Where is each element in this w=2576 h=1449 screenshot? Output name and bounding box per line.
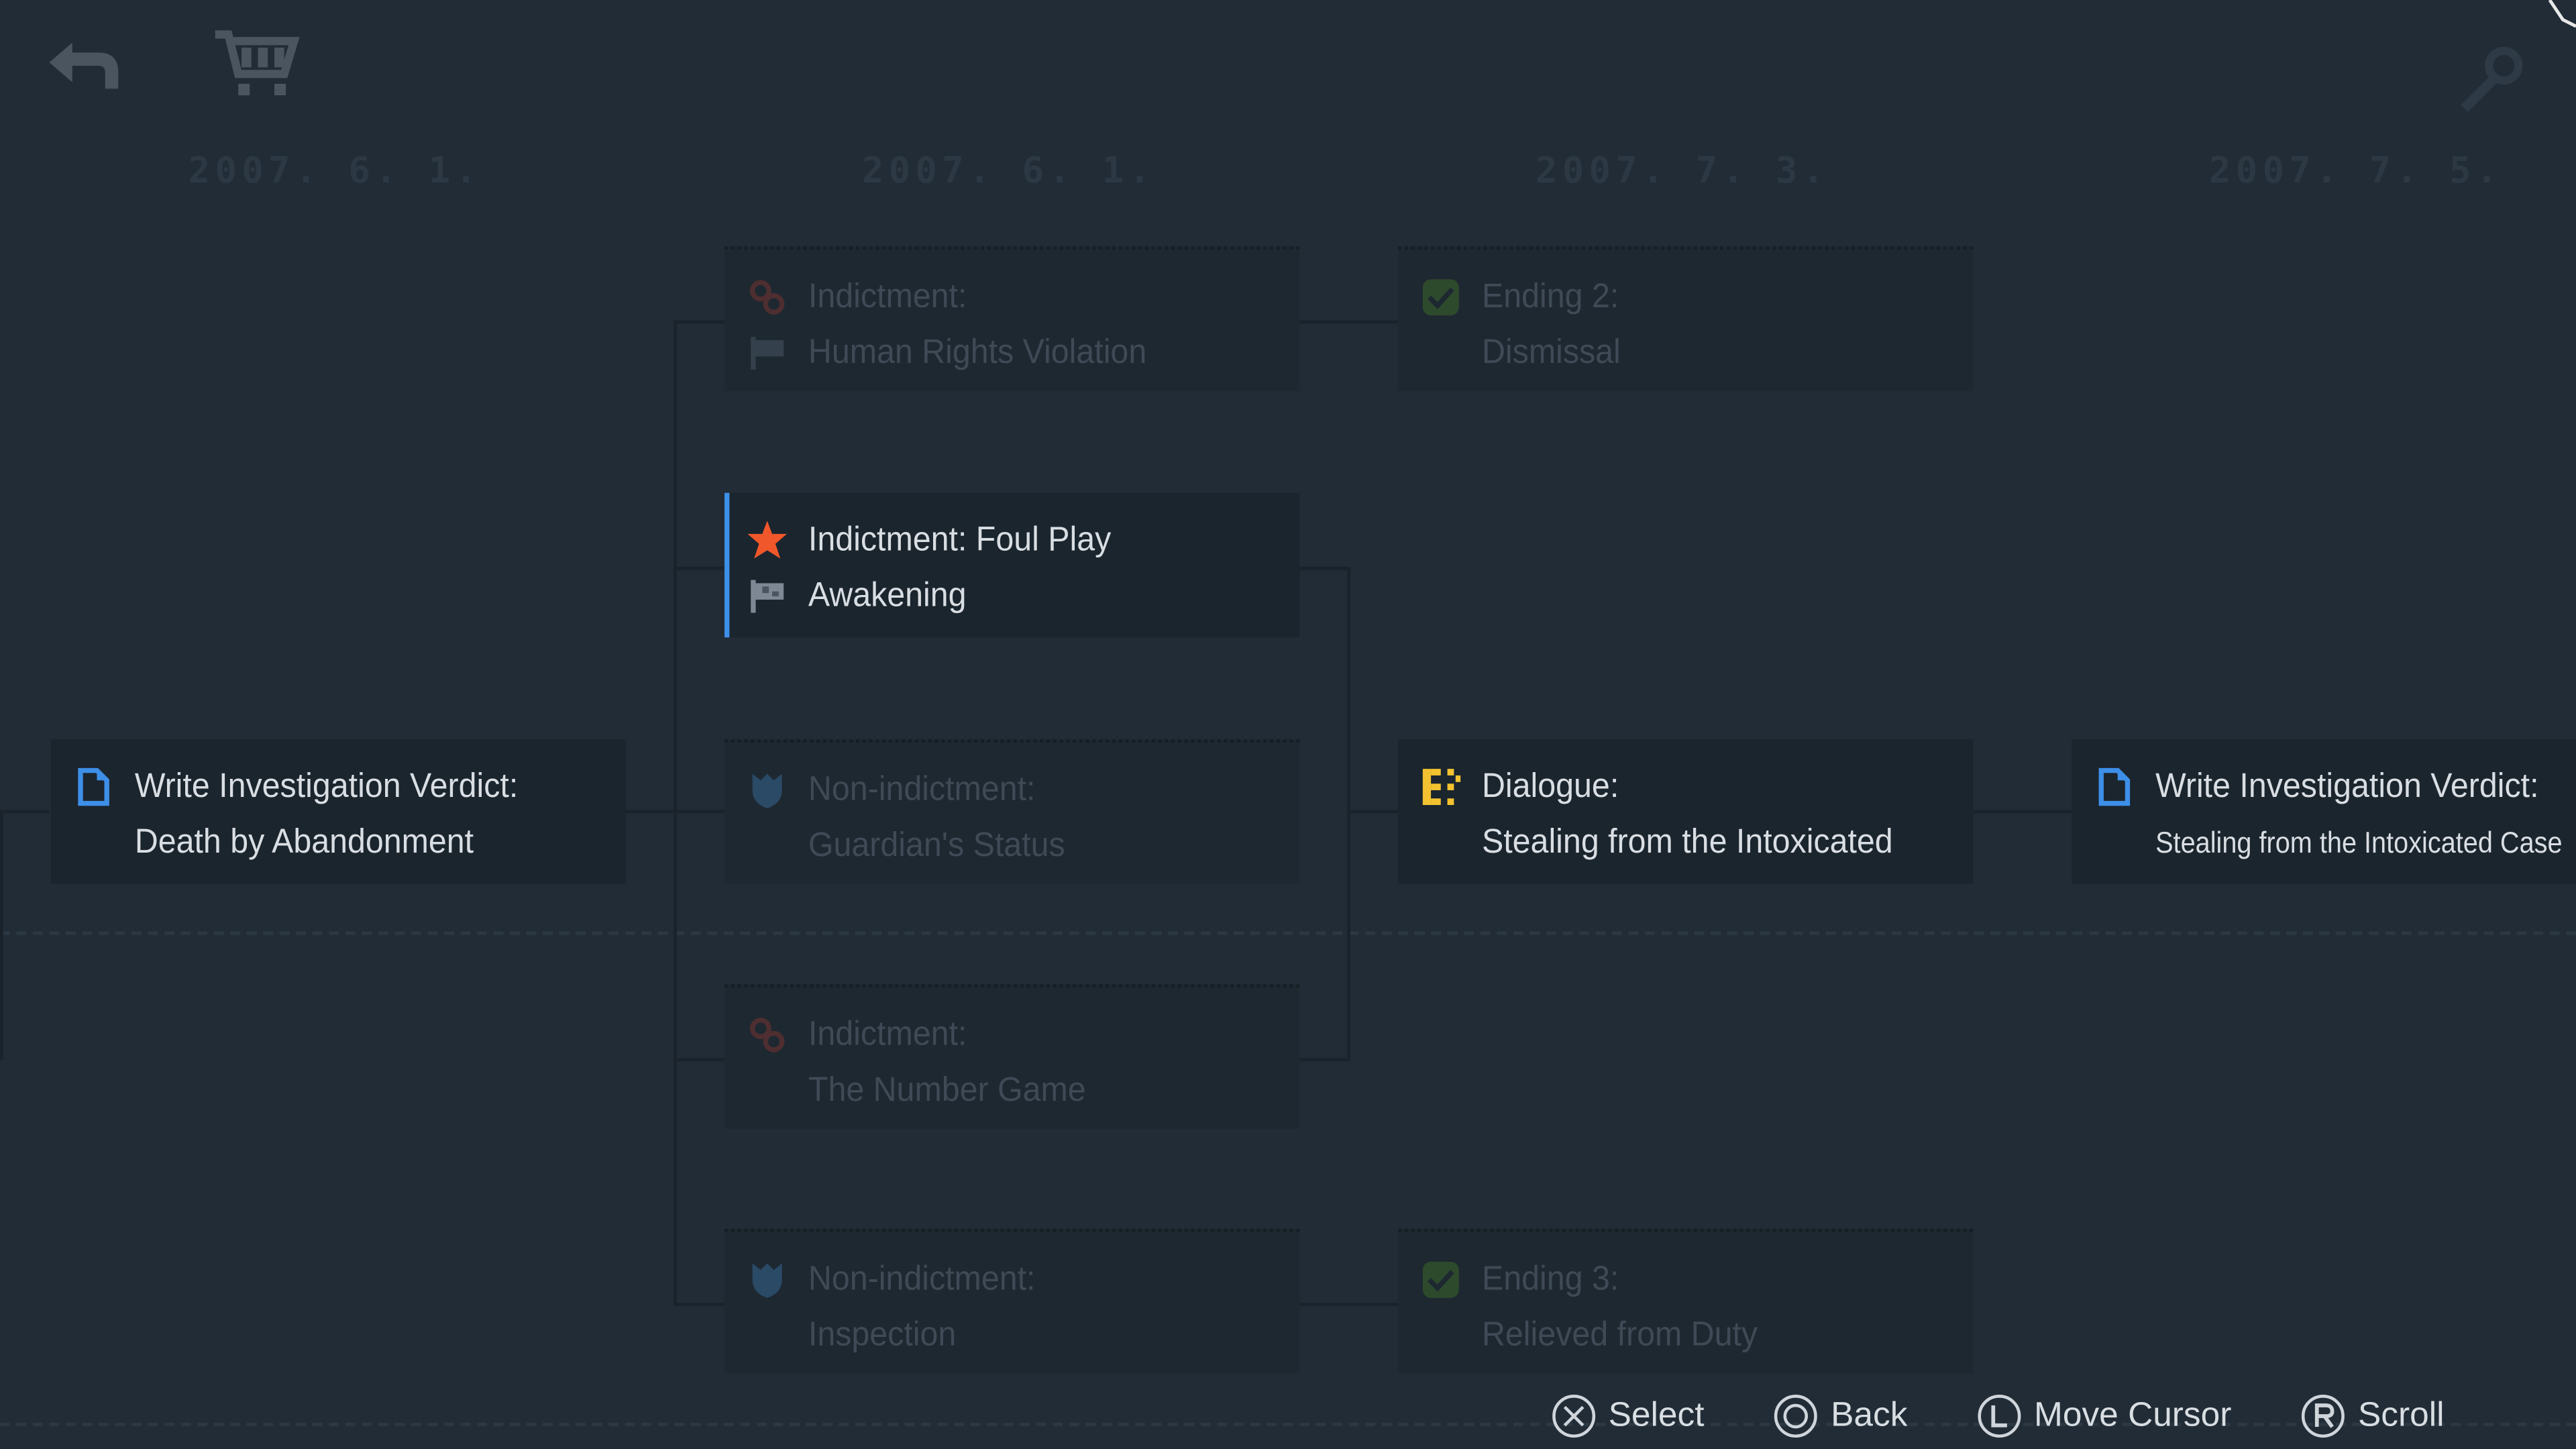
checkmark-icon <box>1419 276 1462 319</box>
connector <box>674 1058 725 1062</box>
node-dialogue-stealing-from-the-intoxicated[interactable]: Dialogue: Stealing from the Intoxicated <box>1398 739 1974 884</box>
node-title: Non-indictment: <box>808 1260 1036 1298</box>
node-non-indictment-guardians-status[interactable]: Non-indictment: Guardian's Status <box>724 739 1300 884</box>
node-subtitle: Human Rights Violation <box>808 333 1147 372</box>
flag-icon <box>746 575 789 618</box>
connector <box>1297 320 1399 324</box>
connector <box>1297 1303 1399 1306</box>
move-cursor-control[interactable]: Move Cursor <box>1976 1393 2231 1440</box>
shopping-cart-icon[interactable] <box>210 23 302 102</box>
connector <box>0 810 3 1060</box>
node-subtitle: Guardian's Status <box>808 826 1065 865</box>
left-stick-icon <box>1976 1393 2023 1440</box>
node-ending-3-relieved-from-duty[interactable]: Ending 3: Relieved from Duty <box>1398 1228 1974 1374</box>
connector <box>1347 810 1399 814</box>
handcuffs-icon <box>746 276 789 319</box>
node-subtitle: The Number Game <box>808 1071 1086 1110</box>
node-subtitle: Stealing from the Intoxicated <box>1481 822 1893 861</box>
connector <box>624 810 674 814</box>
handcuffs-icon <box>746 1014 789 1057</box>
date-column-1: 2007. 6. 1. <box>188 151 482 193</box>
connector <box>674 320 725 324</box>
right-stick-icon <box>2300 1393 2347 1440</box>
star-icon <box>746 519 789 562</box>
node-indictment-human-rights-violation[interactable]: Indictment: Human Rights Violation <box>724 246 1300 391</box>
node-title: Ending 2: <box>1481 277 1619 316</box>
shield-icon <box>746 1258 789 1301</box>
node-title: Write Investigation Verdict: <box>2155 767 2539 806</box>
document-icon <box>72 765 115 808</box>
select-control[interactable]: Select <box>1551 1393 1705 1440</box>
node-subtitle: Dismissal <box>1481 333 1621 372</box>
node-subtitle: Stealing from the Intoxicated Case <box>2155 825 2563 859</box>
node-verdict-stealing-from-the-intoxicated-case[interactable]: Write Investigation Verdict: Stealing fr… <box>2072 739 2576 884</box>
node-verdict-death-by-abandonment[interactable]: Write Investigation Verdict: Death by Ab… <box>50 739 627 884</box>
connector <box>1297 566 1351 570</box>
document-icon <box>2093 765 2136 808</box>
date-column-3: 2007. 7. 3. <box>1535 151 1829 193</box>
scroll-label: Scroll <box>2357 1396 2445 1434</box>
date-column-2: 2007. 6. 1. <box>861 151 1156 193</box>
circle-button-icon <box>1773 1393 1819 1440</box>
node-subtitle: Inspection <box>808 1316 957 1354</box>
flag-icon <box>746 332 789 375</box>
node-title: Dialogue: <box>1481 767 1619 806</box>
date-column-4: 2007. 7. 5. <box>2209 151 2503 193</box>
node-title: Indictment: Foul Play <box>808 521 1112 559</box>
node-subtitle: Relieved from Duty <box>1481 1316 1758 1354</box>
node-indictment-the-number-game[interactable]: Indictment: The Number Game <box>724 983 1300 1129</box>
move-cursor-label: Move Cursor <box>2034 1396 2232 1434</box>
wrench-icon[interactable] <box>2451 43 2530 115</box>
node-title: Ending 3: <box>1481 1260 1619 1298</box>
scroll-control[interactable]: Scroll <box>2300 1393 2445 1440</box>
flowchart-screen: 2007. 6. 1. 2007. 6. 1. 2007. 7. 3. 2007… <box>0 0 2576 1449</box>
node-title: Indictment: <box>808 1015 967 1053</box>
select-label: Select <box>1608 1396 1705 1434</box>
connector <box>674 566 725 570</box>
cross-button-icon <box>1551 1393 1597 1440</box>
node-ending-2-dismissal[interactable]: Ending 2: Dismissal <box>1398 246 1974 391</box>
back-arrow-icon[interactable] <box>40 30 131 102</box>
connector <box>674 1303 725 1306</box>
node-subtitle: Death by Abandonment <box>134 822 474 861</box>
back-label: Back <box>1831 1396 1908 1434</box>
dialogue-icon <box>1419 765 1462 808</box>
shield-icon <box>746 769 789 812</box>
connector <box>674 810 725 814</box>
node-indictment-foul-play[interactable]: Indictment: Foul Play Awakening <box>724 492 1300 638</box>
node-title: Indictment: <box>808 277 967 316</box>
checkmark-icon <box>1419 1258 1462 1301</box>
node-title: Non-indictment: <box>808 770 1036 808</box>
node-title: Write Investigation Verdict: <box>134 767 519 806</box>
separator-line <box>0 931 2576 935</box>
connector <box>1297 1058 1351 1062</box>
controls-bar: Select Back Move Cursor Scroll <box>1551 1385 2514 1448</box>
node-subtitle: Awakening <box>808 576 967 614</box>
back-control[interactable]: Back <box>1773 1393 1907 1440</box>
connector <box>1971 810 2072 814</box>
connector <box>0 810 50 814</box>
node-non-indictment-inspection[interactable]: Non-indictment: Inspection <box>724 1228 1300 1374</box>
cursor-icon <box>2543 0 2576 33</box>
